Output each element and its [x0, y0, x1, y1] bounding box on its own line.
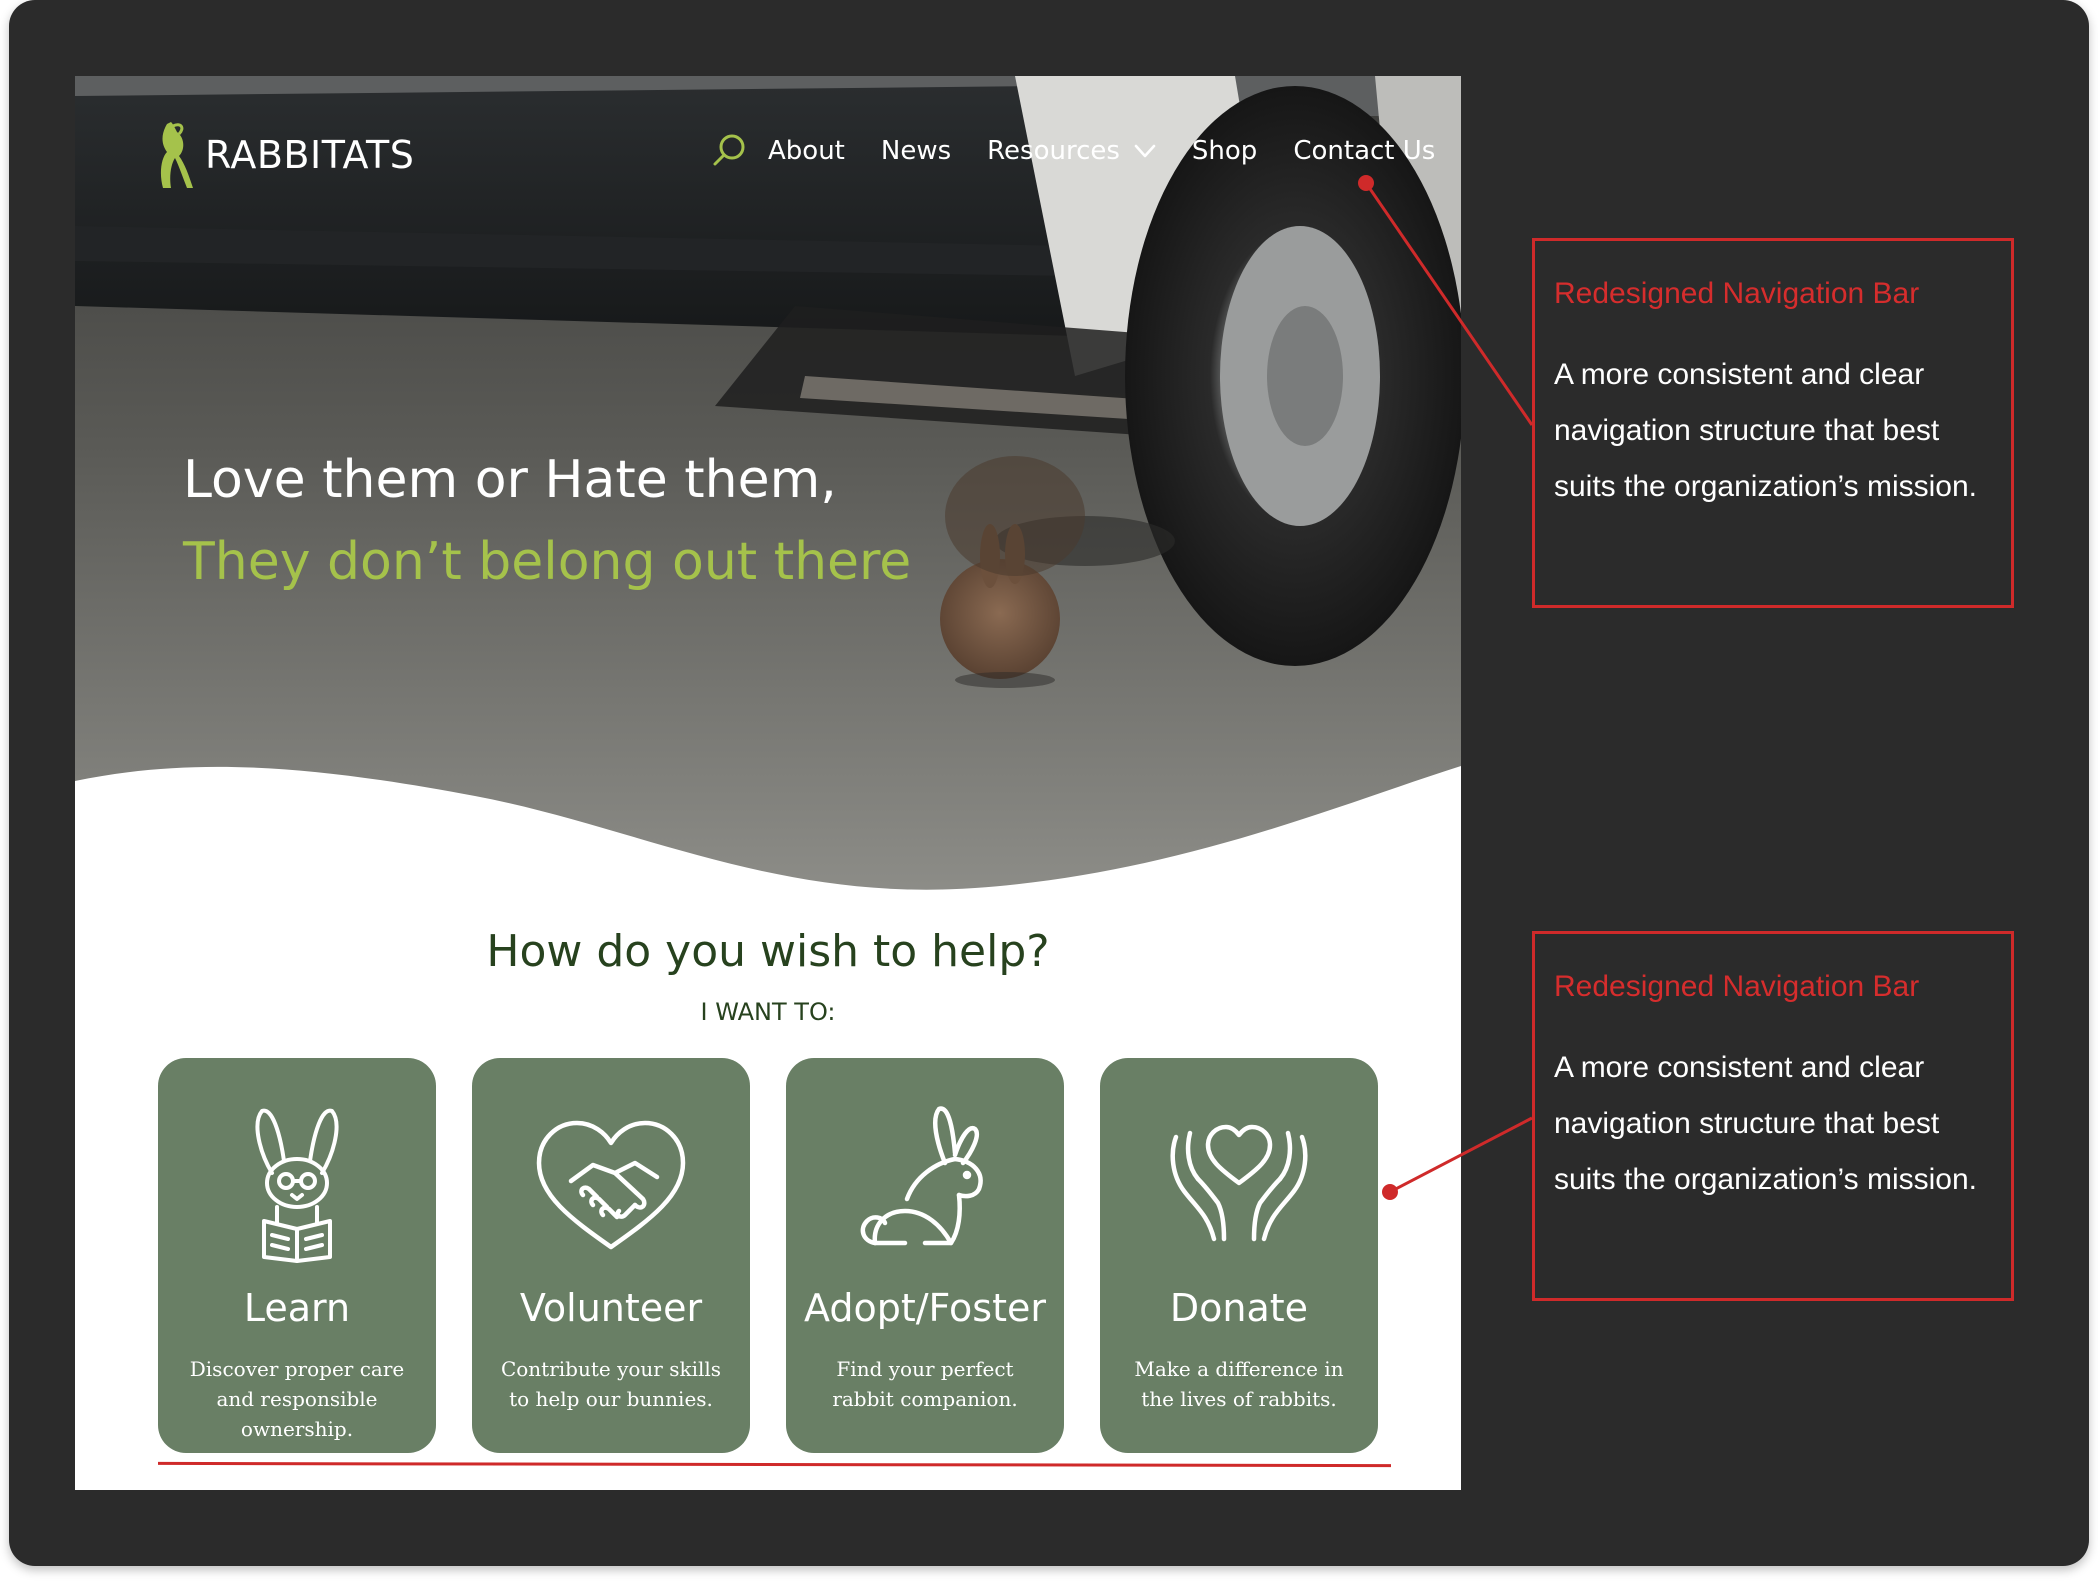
nav-item-resources[interactable]: Resources: [987, 136, 1158, 166]
logo-text: RABBITATS: [205, 133, 415, 177]
nav-item-shop[interactable]: Shop: [1192, 136, 1257, 166]
site-logo[interactable]: RABBITATS: [153, 120, 414, 190]
nav-item-news[interactable]: News: [881, 136, 951, 166]
handshake-heart-icon: [536, 1120, 686, 1250]
card-icon-wrapper: [158, 1103, 436, 1263]
rabbit-icon: [860, 1106, 983, 1246]
card-icon-wrapper: [472, 1103, 750, 1263]
rabbit-r-logo-icon: [160, 122, 193, 188]
annotation-box-cards: Redesigned Navigation Bar A more consist…: [1532, 931, 2014, 1301]
help-section-subtitle: I WANT TO:: [700, 998, 836, 1026]
card-donate[interactable]: Donate Make a difference in the lives of…: [1100, 1058, 1378, 1453]
card-description: Discover proper care and responsible own…: [189, 1357, 405, 1441]
card-icon-wrapper: [786, 1103, 1064, 1263]
hero-section: RABBITATS About News Resources Shop Cont…: [75, 76, 1461, 896]
card-description: Contribute your skills to help our bunni…: [500, 1357, 722, 1411]
nav-item-about[interactable]: About: [768, 136, 845, 166]
card-title: Learn: [243, 1286, 351, 1330]
annotation-title: Redesigned Navigation Bar: [1554, 277, 1920, 310]
card-learn[interactable]: Learn Discover proper care and responsib…: [158, 1058, 436, 1453]
annotation-title: Redesigned Navigation Bar: [1554, 970, 1920, 1003]
annotation-body: A more consistent and clear navigation s…: [1554, 1051, 1977, 1196]
hero-headline: Love them or Hate them,: [183, 450, 837, 510]
rabbit-reading-icon: [255, 1108, 339, 1263]
hands-heart-icon: [1170, 1124, 1308, 1242]
card-title: Adopt/Foster: [804, 1286, 1046, 1330]
nav-item-contact-us[interactable]: Contact Us: [1293, 136, 1435, 166]
card-description: Find your perfect rabbit companion.: [832, 1357, 1018, 1411]
card-title: Donate: [1169, 1286, 1309, 1330]
annotation-body: A more consistent and clear navigation s…: [1554, 358, 1977, 503]
card-description: Make a difference in the lives of rabbit…: [1134, 1357, 1344, 1411]
card-volunteer[interactable]: Volunteer Contribute your skills to help…: [472, 1058, 750, 1453]
main-navigation: About News Resources Shop Contact Us: [710, 132, 1435, 170]
card-title: Volunteer: [519, 1286, 703, 1330]
search-icon[interactable]: [710, 132, 748, 170]
website-mockup: RABBITATS About News Resources Shop Cont…: [75, 76, 1461, 1490]
annotation-box-navigation: Redesigned Navigation Bar A more consist…: [1532, 238, 2014, 608]
hero-subheadline: They don’t belong out there: [183, 532, 912, 592]
nav-item-resources-label: Resources: [987, 136, 1120, 166]
help-section-title: How do you wish to help?: [486, 926, 1050, 977]
card-adopt-foster[interactable]: Adopt/Foster Find your perfect rabbit co…: [786, 1058, 1064, 1453]
card-icon-wrapper: [1100, 1103, 1378, 1263]
chevron-down-icon: [1134, 144, 1156, 158]
